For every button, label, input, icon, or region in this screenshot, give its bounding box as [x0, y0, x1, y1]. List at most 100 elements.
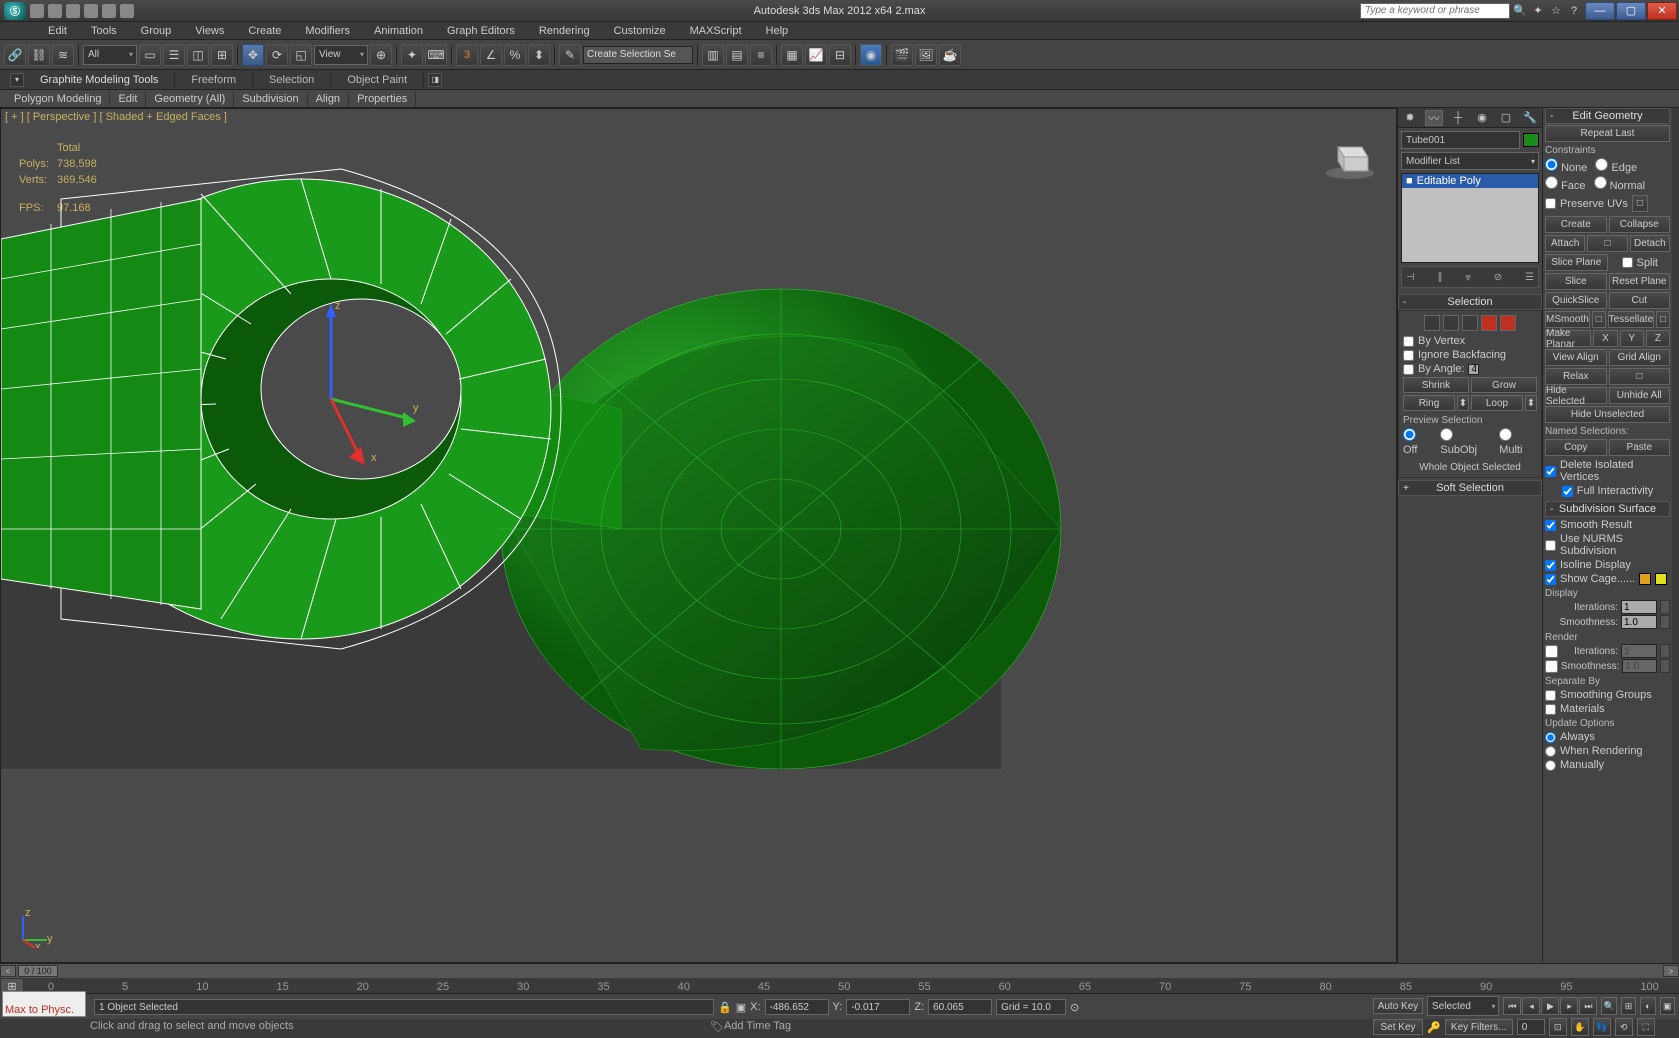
app-logo[interactable]: Ⓢ — [4, 2, 26, 20]
menu-views[interactable]: Views — [183, 23, 236, 39]
ribbon-panel-align[interactable]: Align — [308, 91, 349, 107]
display-smoothness-input[interactable]: 1.0 — [1621, 615, 1657, 629]
polygon-subobj-icon[interactable] — [1481, 315, 1497, 331]
loop-button[interactable]: Loop — [1471, 395, 1523, 411]
reset-plane-button[interactable]: Reset Plane — [1609, 273, 1671, 290]
border-subobj-icon[interactable] — [1462, 315, 1478, 331]
ribbon-tab-freeform[interactable]: Freeform — [175, 72, 253, 88]
current-frame-input[interactable]: 0 — [1517, 1019, 1545, 1035]
bind-icon[interactable]: ≋ — [52, 44, 74, 66]
ring-button[interactable]: Ring — [1403, 395, 1455, 411]
display-iterations-input[interactable]: 1 — [1621, 600, 1657, 614]
display-smoothness-spinner[interactable] — [1660, 615, 1670, 629]
nav-zoom-all-icon[interactable]: ⊞ — [1621, 997, 1636, 1015]
by-angle-checkbox[interactable] — [1403, 364, 1414, 375]
nav-pan-icon[interactable]: ✋ — [1571, 1018, 1589, 1036]
render-iterations-checkbox[interactable] — [1545, 645, 1558, 658]
ribbon-tab-selection[interactable]: Selection — [253, 72, 331, 88]
sep-materials-checkbox[interactable]: Materials — [1545, 703, 1670, 715]
show-cage-checkbox[interactable] — [1545, 574, 1556, 585]
use-pivot-icon[interactable]: ⊕ — [370, 44, 392, 66]
angle-snap-icon[interactable]: ∠ — [480, 44, 502, 66]
play-icon[interactable]: ▶ — [1541, 997, 1559, 1015]
ribbon-expand-icon[interactable]: ◨ — [428, 73, 442, 87]
search-icon[interactable]: 🔍 — [1512, 3, 1528, 19]
show-end-result-icon[interactable]: ∥ — [1438, 272, 1443, 283]
repeat-last-button[interactable]: Repeat Last — [1545, 125, 1670, 142]
preview-multi-radio[interactable]: Multi — [1499, 428, 1537, 456]
named-selection-input[interactable] — [583, 46, 693, 64]
select-object-icon[interactable]: ▭ — [139, 44, 161, 66]
display-iterations-spinner[interactable] — [1660, 600, 1670, 614]
ignore-backfacing-checkbox[interactable]: Ignore Backfacing — [1403, 349, 1537, 361]
slice-plane-button[interactable]: Slice Plane — [1545, 254, 1608, 271]
create-button[interactable]: Create — [1545, 216, 1607, 233]
detach-button[interactable]: Detach — [1630, 235, 1670, 252]
relax-button[interactable]: Relax — [1545, 368, 1607, 385]
loop-spinner[interactable]: ⬍ — [1525, 395, 1537, 411]
slice-button[interactable]: Slice — [1545, 273, 1607, 290]
preserve-uvs-checkbox[interactable] — [1545, 198, 1556, 209]
hierarchy-tab-icon[interactable]: ┼ — [1449, 110, 1467, 126]
add-time-tag-label[interactable]: Add Time Tag — [724, 1020, 791, 1033]
menu-tools[interactable]: Tools — [79, 23, 129, 39]
align-icon[interactable]: ▤ — [726, 44, 748, 66]
planar-z-button[interactable]: Z — [1646, 330, 1670, 347]
curve-editor-icon[interactable]: 📈 — [805, 44, 827, 66]
menu-edit[interactable]: Edit — [36, 23, 79, 39]
help-icon[interactable]: ? — [1566, 3, 1582, 19]
select-region-icon[interactable]: ◫ — [187, 44, 209, 66]
modifier-list-dropdown[interactable]: Modifier List — [1401, 152, 1539, 170]
update-manually-radio[interactable]: Manually — [1545, 759, 1670, 771]
configure-sets-icon[interactable]: ☰ — [1525, 272, 1534, 283]
comm-center-icon[interactable]: ✦ — [1530, 3, 1546, 19]
rollout-subdivision-header[interactable]: -Subdivision Surface — [1545, 501, 1670, 517]
utilities-tab-icon[interactable]: 🔧 — [1521, 110, 1539, 126]
redo-icon[interactable] — [102, 4, 116, 18]
create-tab-icon[interactable]: ✸ — [1401, 110, 1419, 126]
copy-named-sel-button[interactable]: Copy — [1545, 439, 1607, 456]
viewport-perspective[interactable]: [ + ] [ Perspective ] [ Shaded + Edged F… — [0, 108, 1397, 963]
use-nurms-checkbox[interactable]: Use NURMS Subdivision — [1545, 533, 1670, 557]
selection-filter-dropdown[interactable]: All — [83, 45, 137, 65]
modifier-stack[interactable]: ■Editable Poly — [1401, 173, 1539, 263]
select-rotate-icon[interactable]: ⟳ — [266, 44, 288, 66]
schematic-view-icon[interactable]: ⊟ — [829, 44, 851, 66]
by-angle-input[interactable] — [1468, 364, 1479, 375]
frame-end-icon[interactable]: > — [1663, 965, 1679, 977]
msmooth-settings-button[interactable]: □ — [1592, 311, 1606, 328]
quickslice-button[interactable]: QuickSlice — [1545, 292, 1607, 309]
ribbon-toggle-icon[interactable]: ▦ — [781, 44, 803, 66]
unlink-icon[interactable]: ⛓ — [28, 44, 50, 66]
menu-animation[interactable]: Animation — [362, 23, 435, 39]
ribbon-panel-poly-modeling[interactable]: Polygon Modeling — [6, 91, 110, 107]
nav-zoom-icon[interactable]: 🔍 — [1601, 997, 1616, 1015]
coord-x-input[interactable]: -486.652 — [765, 999, 829, 1015]
menu-group[interactable]: Group — [129, 23, 184, 39]
next-frame-icon[interactable]: ▸ — [1560, 997, 1578, 1015]
object-name-input[interactable]: Tube001 — [1401, 131, 1520, 149]
edge-subobj-icon[interactable] — [1443, 315, 1459, 331]
by-vertex-checkbox[interactable]: By Vertex — [1403, 335, 1537, 347]
hide-selected-button[interactable]: Hide Selected — [1545, 387, 1607, 404]
hide-unselected-button[interactable]: Hide Unselected — [1545, 406, 1670, 423]
frame-start-icon[interactable]: < — [0, 965, 16, 977]
ring-spinner[interactable]: ⬍ — [1457, 395, 1469, 411]
key-icon[interactable]: 🔑 — [1427, 1021, 1441, 1034]
menu-rendering[interactable]: Rendering — [527, 23, 602, 39]
constraint-edge-radio[interactable]: Edge — [1595, 158, 1637, 174]
maximize-button[interactable]: ▢ — [1616, 2, 1646, 20]
render-production-icon[interactable]: ☕ — [939, 44, 961, 66]
help-search-input[interactable] — [1360, 3, 1510, 19]
cage-color2-swatch[interactable] — [1655, 573, 1667, 585]
grow-button[interactable]: Grow — [1471, 377, 1537, 393]
percent-snap-icon[interactable]: % — [504, 44, 526, 66]
viewcube-icon[interactable] — [1324, 129, 1376, 181]
menu-create[interactable]: Create — [236, 23, 293, 39]
render-setup-icon[interactable]: 🎬 — [891, 44, 913, 66]
material-editor-icon[interactable]: ◉ — [860, 44, 882, 66]
menu-help[interactable]: Help — [754, 23, 801, 39]
isolate-selection-icon[interactable]: ⊙ — [1070, 1001, 1079, 1014]
ribbon-tab-graphite[interactable]: Graphite Modeling Tools — [24, 72, 175, 88]
favorite-icon[interactable]: ☆ — [1548, 3, 1564, 19]
